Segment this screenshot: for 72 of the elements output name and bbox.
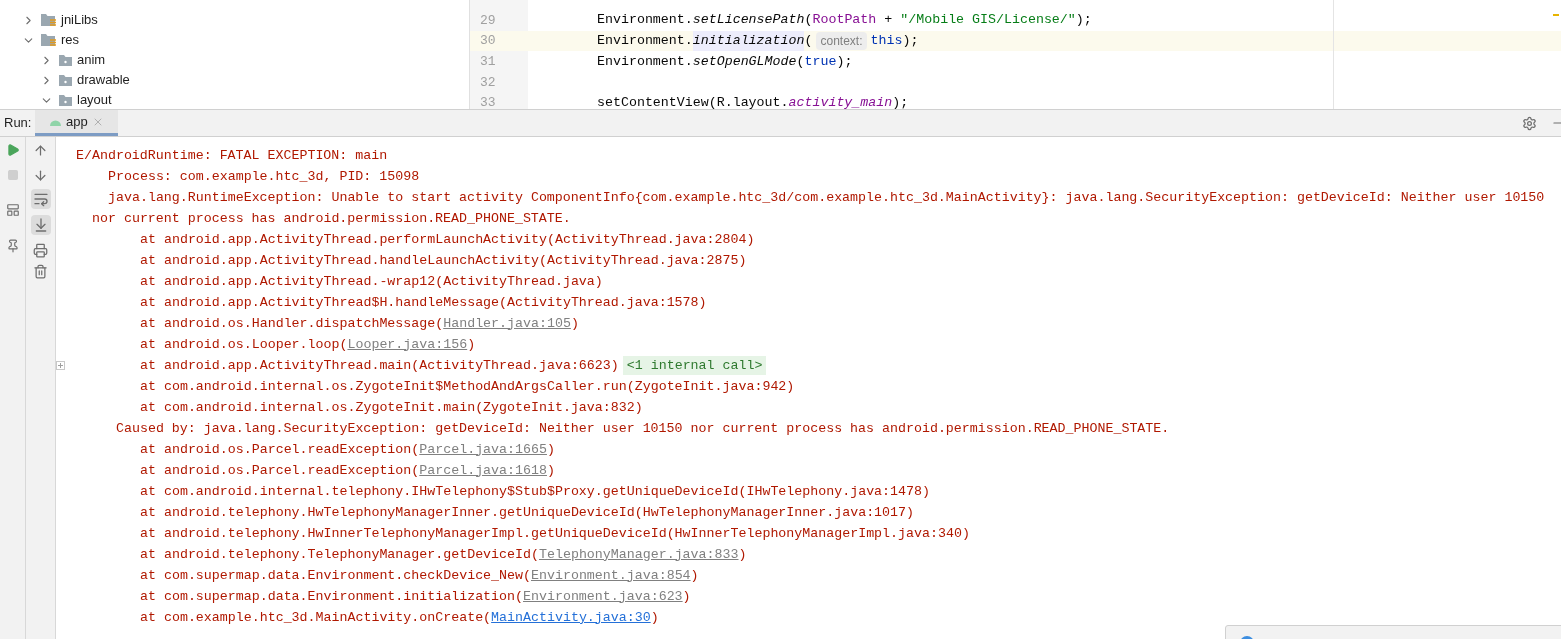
console-text: Caused by: java.lang.SecurityException: getDeviceId: Neither user 10150 nor current process has android.permission.READ_PHONE_STATE.	[116, 419, 1170, 438]
source-link[interactable]: Environment.java:623	[523, 586, 683, 607]
console-text: at android.os.Looper.loop(	[140, 335, 348, 354]
line-number: 31	[480, 52, 496, 71]
source-link[interactable]: MainActivity.java:30	[491, 607, 651, 628]
folder-resources-icon	[40, 13, 57, 27]
layout-icon[interactable]	[5, 203, 20, 217]
console-text: )	[467, 335, 476, 354]
console-text: at android.telephony.HwInnerTelephonyManagerImpl.getUniqueDeviceId(HwInnerTelephonyManagerImpl.java:340)	[140, 524, 970, 543]
console-text: at android.app.ActivityThread.main(ActivityThread.java:6623)	[140, 356, 619, 375]
run-tab[interactable]: app	[35, 110, 118, 136]
source-link[interactable]: TelephonyManager.java:833	[539, 544, 739, 565]
console-text: )	[682, 587, 691, 606]
settings-icon[interactable]	[1522, 115, 1537, 131]
console-text: )	[650, 608, 659, 627]
console-text: at android.os.Handler.dispatchMessage(	[140, 314, 444, 333]
console-text: )	[546, 461, 555, 480]
fold-plus-icon[interactable]	[56, 361, 65, 370]
console-text: java.lang.RuntimeException: Unable to start activity ComponentInfo{com.example.htc_3d/com.example.htc_3d.MainActivity}: java.lang.SecurityException: getDeviceId: Neither user 10150	[108, 188, 1545, 207]
parameter-hint: context:	[816, 32, 867, 51]
console-text: Process: com.example.htc_3d, PID: 15098	[108, 167, 420, 186]
source-link[interactable]: Environment.java:854	[531, 565, 691, 586]
console-text: )	[738, 545, 747, 564]
folder-resources-icon	[40, 33, 57, 47]
source-link[interactable]: Looper.java:156	[347, 334, 468, 355]
code-line: Environment.setLicensePath(RootPath + "/Mobile GIS/License/");	[597, 11, 1092, 30]
down-arrow-icon[interactable]	[33, 168, 48, 183]
console-text: at android.app.ActivityThread.-wrap12(ActivityThread.java)	[140, 272, 603, 291]
code-line: setContentView(R.layout.activity_main);	[597, 94, 909, 109]
console-text: at android.app.ActivityThread.performLaunchActivity(ActivityThread.java:2804)	[140, 230, 755, 249]
console-text: at com.supermap.data.Environment.checkDevice_New(	[140, 566, 531, 585]
console-text: )	[690, 566, 699, 585]
folder-icon	[58, 53, 73, 67]
console-text: at com.android.internal.os.ZygoteInit.main(ZygoteInit.java:832)	[140, 398, 643, 417]
code-line: Environment.initialization( context: this);	[597, 31, 919, 51]
line-number: 30	[480, 32, 496, 51]
run-label: Run:	[3, 114, 33, 133]
run-icon[interactable]	[5, 143, 20, 157]
line-number: 32	[480, 73, 496, 92]
console-text: at android.os.Parcel.readException(	[140, 440, 420, 459]
print-icon[interactable]	[33, 243, 48, 258]
console-text: at android.app.ActivityThread$H.handleMessage(ActivityThread.java:1578)	[140, 293, 707, 312]
console-text: at android.app.ActivityThread.handleLaunchActivity(ActivityThread.java:2875)	[140, 251, 747, 270]
tree-item[interactable]: jniLibs	[61, 10, 98, 30]
console-text: at com.android.internal.telephony.IHwTelephony$Stub$Proxy.getUniqueDeviceId(IHwTelephony.java:1478)	[140, 482, 930, 501]
tree-item[interactable]: drawable	[77, 70, 130, 90]
trash-icon[interactable]	[33, 264, 48, 279]
console-text: E/AndroidRuntime: FATAL EXCEPTION: main	[76, 146, 388, 165]
soft-wrap-icon[interactable]	[30, 189, 51, 209]
folder-icon	[58, 73, 73, 87]
source-link[interactable]: Parcel.java:1618	[419, 460, 547, 481]
console-text: at android.telephony.HwTelephonyManagerInner.getUniqueDeviceId(HwTelephonyManagerInner.java:1017)	[140, 503, 914, 522]
source-link[interactable]: Handler.java:105	[443, 313, 571, 334]
tree-item[interactable]: res	[61, 30, 80, 50]
tree-item[interactable]: anim	[77, 50, 106, 70]
console-text: nor current process has android.permission.READ_PHONE_STATE.	[92, 209, 571, 228]
folder-icon	[58, 93, 73, 107]
scroll-to-end-icon[interactable]	[30, 215, 51, 235]
source-link[interactable]: Parcel.java:1665	[419, 439, 547, 460]
pin-icon[interactable]	[5, 239, 20, 253]
folded-calls-label[interactable]: <1 internal call>	[622, 355, 767, 376]
code-line: Environment.setOpenGLMode(true);	[597, 52, 853, 71]
console-text: at com.android.internal.os.ZygoteInit$MethodAndArgsCaller.run(ZygoteInit.java:942)	[140, 377, 795, 396]
console-text: at android.os.Parcel.readException(	[140, 461, 420, 480]
line-number: 29	[480, 11, 496, 30]
console-text: )	[570, 314, 579, 333]
tree-item[interactable]: layout	[77, 90, 112, 109]
console-text: at android.telephony.TelephonyManager.getDeviceId(	[140, 545, 539, 564]
console-text: )	[546, 440, 555, 459]
line-number: 33	[480, 94, 496, 109]
console-text: at com.example.htc_3d.MainActivity.onCreate(	[140, 608, 492, 627]
console-text: at com.supermap.data.Environment.initialization(	[140, 587, 523, 606]
